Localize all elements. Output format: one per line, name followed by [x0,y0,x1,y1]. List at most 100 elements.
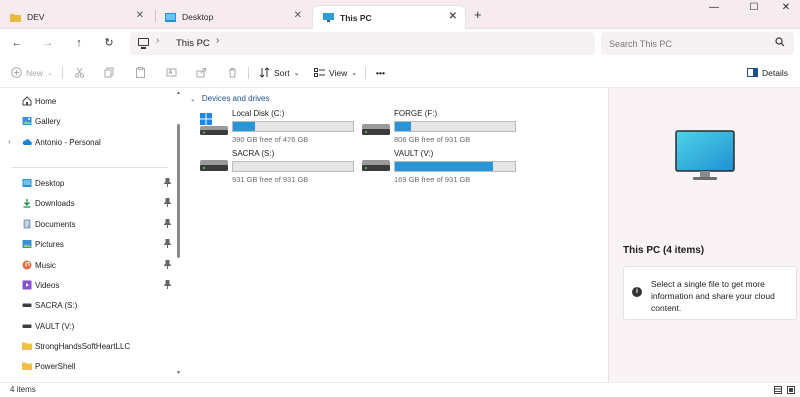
rename-button[interactable] [166,65,181,80]
new-label: New [26,67,44,78]
tab-this-pc[interactable]: This PC ✕ [312,5,466,29]
sidebar-item-videos[interactable]: Videos [0,275,174,295]
new-button[interactable]: New ⌄ [11,65,53,80]
cloud-icon [22,139,32,145]
sidebar-item-label: Downloads [35,199,75,208]
tab-dev[interactable]: DEV ✕ [0,5,152,29]
drive-usage-fill [233,122,255,131]
sidebar-item-stronghandssoftheartllc[interactable]: StrongHandsSoftHeartLLC [0,336,174,356]
pin-icon[interactable] [164,198,171,207]
scroll-up-arrow-icon[interactable]: ▲ [176,90,181,96]
close-icon[interactable]: ✕ [136,10,144,21]
minimize-button[interactable]: — [700,2,728,18]
sidebar-item-downloads[interactable]: Downloads [0,193,174,213]
share-button[interactable] [196,65,211,80]
status-bar: 4 items [0,382,800,397]
details-view-icon[interactable] [774,386,782,394]
maximize-button[interactable]: ☐ [740,2,768,18]
sidebar-item-desktop[interactable]: Desktop [0,173,174,193]
sidebar-item-vault[interactable]: VAULT (V:) [0,316,174,336]
download-icon [23,199,31,208]
home-icon [22,96,32,106]
sidebar-item-label: SACRA (S:) [35,301,78,310]
drive-usage-bar [232,161,354,172]
breadcrumb-chevron[interactable]: › [156,35,159,46]
close-window-button[interactable]: ✕ [772,2,800,18]
view-button[interactable]: View ⌄ [314,65,357,80]
folder-icon [22,362,32,370]
gallery-icon [22,117,32,125]
delete-button[interactable] [227,65,242,80]
search-box[interactable] [601,32,794,55]
sidebar-item-gallery[interactable]: Gallery [0,111,174,131]
pin-icon[interactable] [164,219,171,228]
drive-usage-bar [394,121,516,132]
close-icon[interactable]: ✕ [294,10,302,21]
desktop-icon [22,179,32,187]
sidebar-item-home[interactable]: Home [0,91,174,111]
info-icon: i [632,287,642,297]
new-tab-button[interactable]: + [474,7,482,22]
sidebar-item-label: Antonio - Personal [35,138,101,147]
back-button[interactable]: ← [9,35,25,51]
videos-icon [22,280,32,290]
sidebar-item-label: VAULT (V:) [35,322,75,331]
share-icon [196,68,206,78]
group-header-devices[interactable]: ⌄ Devices and drives [190,94,269,103]
sidebar-item-powershell[interactable]: PowerShell [0,356,174,376]
close-icon[interactable]: ✕ [449,11,457,22]
group-label: Devices and drives [201,94,270,103]
pin-icon[interactable] [164,260,171,269]
copy-icon [104,67,114,78]
scrollbar-thumb[interactable] [177,124,180,258]
paste-button[interactable] [135,65,150,80]
drive-usage-bar [232,121,354,132]
drive-tile-v[interactable]: VAULT (V:) 169 GB free of 931 GB [362,148,522,188]
address-bar[interactable]: › This PC › [130,32,595,55]
drive-name: FORGE (F:) [394,109,438,118]
up-button[interactable]: ↑ [71,35,87,51]
drive-tile-s[interactable]: SACRA (S:) 931 GB free of 931 GB [200,148,360,188]
music-icon [22,260,32,270]
pin-icon[interactable] [164,178,171,187]
drive-tile-f[interactable]: FORGE (F:) 806 GB free of 931 GB [362,108,522,148]
pin-icon[interactable] [164,239,171,248]
sidebar-item-onedrive[interactable]: › Antonio - Personal [0,132,174,152]
drive-tile-c[interactable]: Local Disk (C:) 390 GB free of 476 GB [200,108,360,148]
drive-usage-fill [395,162,494,171]
forward-button[interactable]: → [40,35,56,51]
scroll-down-arrow-icon[interactable]: ▼ [176,370,181,376]
drive-free-space: 806 GB free of 931 GB [394,135,471,144]
pin-icon[interactable] [164,280,171,289]
plus-circle-icon [11,67,22,78]
breadcrumb-this-pc[interactable]: This PC [176,38,210,49]
more-options-button[interactable]: ••• [376,65,385,80]
sidebar-item-sacra[interactable]: SACRA (S:) [0,295,174,315]
sidebar-item-pictures[interactable]: Pictures [0,234,174,254]
tiles-view-icon[interactable] [787,386,795,394]
computer-icon [138,38,149,49]
cut-button[interactable] [74,65,89,80]
sidebar-item-label: StrongHandsSoftHeartLLC [35,342,131,351]
refresh-button[interactable]: ↻ [101,35,117,51]
chevron-down-icon: ⌄ [293,69,300,77]
sidebar-scrollbar[interactable]: ▲ ▼ [176,88,182,380]
trash-icon [229,68,236,78]
sort-button[interactable]: Sort ⌄ [259,65,299,80]
drive-name: VAULT (V:) [394,149,434,158]
details-title: This PC (4 items) [623,245,705,256]
chevron-down-icon: ⌄ [47,69,53,77]
sidebar-item-music[interactable]: Music [0,255,174,275]
folder-icon [22,342,32,350]
search-input[interactable] [609,36,769,51]
sidebar-item-documents[interactable]: Documents [0,214,174,234]
tab-label: Desktop [182,12,214,22]
desktop-icon [165,12,176,22]
details-button[interactable]: Details [747,65,788,80]
copy-button[interactable] [104,65,119,80]
chevron-right-icon[interactable]: › [8,137,11,146]
scissors-icon [74,67,85,78]
breadcrumb-chevron[interactable]: › [216,35,219,46]
drive-free-space: 390 GB free of 476 GB [232,135,309,144]
tab-desktop[interactable]: Desktop ✕ [155,5,310,29]
